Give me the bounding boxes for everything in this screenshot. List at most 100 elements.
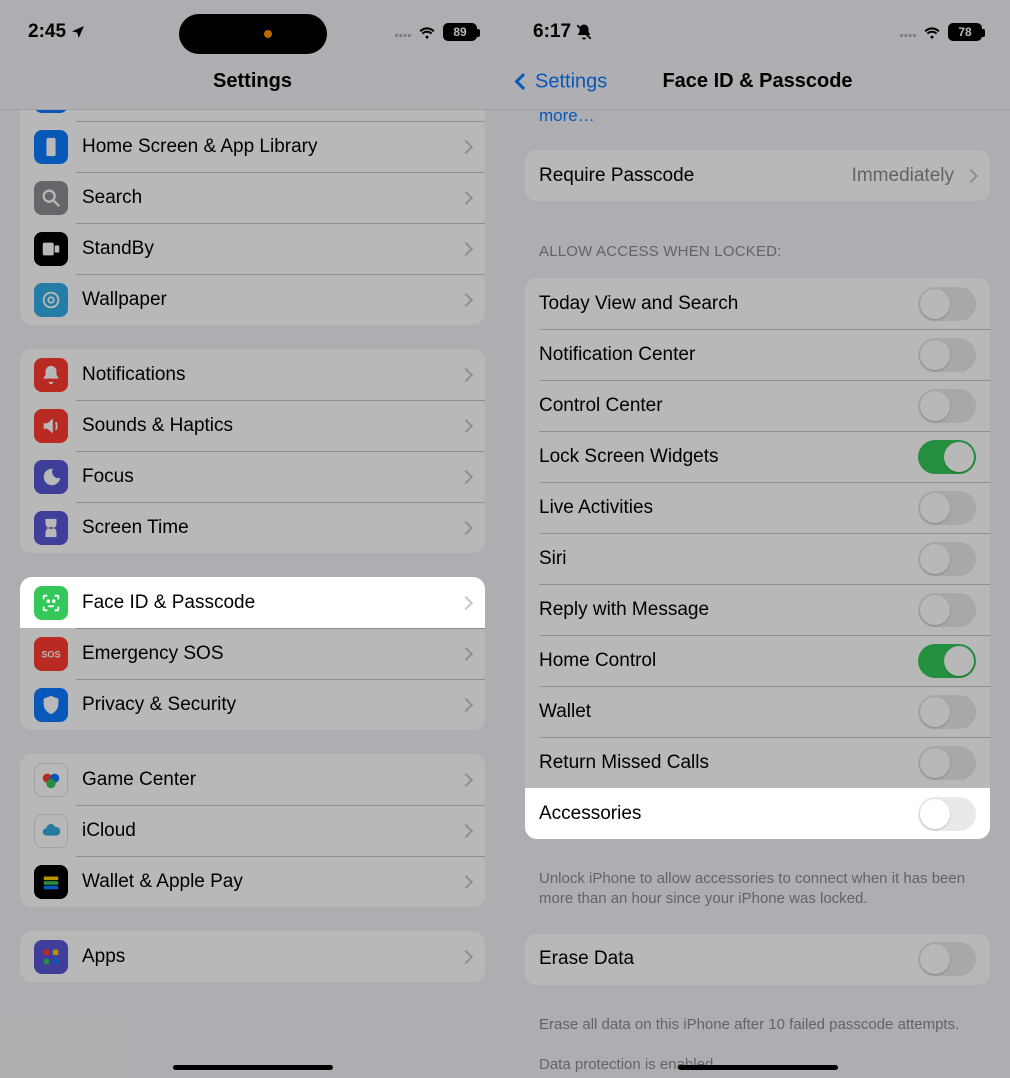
row-label: Today View and Search [539, 293, 918, 315]
chevron-right-icon [459, 292, 473, 306]
toggle-switch[interactable] [918, 542, 976, 576]
row-label: Lock Screen Widgets [539, 446, 918, 468]
toggle-row-live-activities: Live Activities [525, 482, 990, 533]
require-passcode-row[interactable]: Require PasscodeImmediately [525, 150, 990, 201]
row-label: Game Center [82, 769, 455, 791]
erase-footer: Erase all data on this iPhone after 10 f… [525, 1009, 990, 1049]
standby-icon [34, 232, 68, 266]
settings-row-sounds-haptics[interactable]: Sounds & Haptics [20, 400, 485, 451]
more-link[interactable]: more… [525, 106, 990, 140]
chevron-right-icon [459, 697, 473, 711]
row-label: Siri [539, 548, 918, 570]
row-label: Sounds & Haptics [82, 415, 455, 437]
row-label: Notifications [82, 364, 455, 386]
icloud-icon [34, 814, 68, 848]
clock: 2:45 [28, 21, 66, 43]
chevron-right-icon [459, 874, 473, 888]
status-bar-left: 2:45 .... 89 [0, 0, 505, 54]
toggle-switch[interactable] [918, 797, 976, 831]
toggle-switch[interactable] [918, 942, 976, 976]
allow-access-header: ALLOW ACCESS WHEN LOCKED: [525, 225, 990, 268]
settings-row-focus[interactable]: Focus [20, 451, 485, 502]
battery-icon: 89 [443, 23, 477, 41]
privacy-icon [34, 688, 68, 722]
row-label: Home Control [539, 650, 918, 672]
cellular-icon: .... [394, 21, 411, 43]
row-label: Erase Data [539, 948, 918, 970]
row-label: Wallet & Apple Pay [82, 871, 455, 893]
toggle-switch[interactable] [918, 389, 976, 423]
sounds-icon [34, 409, 68, 443]
recording-indicator-icon [264, 30, 272, 38]
row-label: Control Center [539, 395, 918, 417]
home-indicator[interactable] [173, 1065, 333, 1070]
toggle-switch[interactable] [918, 644, 976, 678]
display-icon [34, 110, 68, 113]
settings-row-icloud[interactable]: iCloud [20, 805, 485, 856]
settings-row-privacy-security[interactable]: Privacy & Security [20, 679, 485, 730]
settings-row-standby[interactable]: StandBy [20, 223, 485, 274]
back-label: Settings [535, 70, 607, 93]
back-button[interactable]: Settings [517, 70, 607, 93]
row-label: iCloud [82, 820, 455, 842]
cellular-icon: .... [899, 21, 916, 43]
toggle-switch[interactable] [918, 491, 976, 525]
faceid-screen: 6:17 .... 78 Settings Face ID & Passcode… [505, 0, 1010, 1078]
row-label: Accessories [539, 803, 918, 825]
settings-row-game-center[interactable]: Game Center [20, 754, 485, 805]
notifications-icon [34, 358, 68, 392]
silent-icon [575, 23, 593, 41]
location-icon [70, 24, 86, 40]
row-value: Immediately [852, 165, 954, 187]
row-label: Home Screen & App Library [82, 136, 455, 158]
row-label: Face ID & Passcode [82, 592, 455, 614]
accessories-footer: Unlock iPhone to allow accessories to co… [525, 863, 990, 924]
screentime-icon [34, 511, 68, 545]
toggle-row-wallet: Wallet [525, 686, 990, 737]
settings-row-wallpaper[interactable]: Wallpaper [20, 274, 485, 325]
apps-icon [34, 940, 68, 974]
row-label: Notification Center [539, 344, 918, 366]
chevron-left-icon [515, 73, 532, 90]
toggle-switch[interactable] [918, 746, 976, 780]
wallet-icon [34, 865, 68, 899]
page-title: Face ID & Passcode [662, 70, 852, 93]
settings-row-screen-time[interactable]: Screen Time [20, 502, 485, 553]
chevron-right-icon [459, 520, 473, 534]
toggle-switch[interactable] [918, 338, 976, 372]
toggle-switch[interactable] [918, 593, 976, 627]
settings-row-emergency-sos[interactable]: SOS Emergency SOS [20, 628, 485, 679]
row-label: Require Passcode [539, 165, 852, 187]
row-label: Emergency SOS [82, 643, 455, 665]
settings-row-home-screen-app-library[interactable]: Home Screen & App Library [20, 121, 485, 172]
settings-row-search[interactable]: Search [20, 172, 485, 223]
settings-row-wallet-apple-pay[interactable]: Wallet & Apple Pay [20, 856, 485, 907]
home-indicator[interactable] [678, 1065, 838, 1070]
data-protection-footer: Data protection is enabled. [525, 1049, 990, 1078]
faceid-settings-list[interactable]: more… Require PasscodeImmediately ALLOW AC… [505, 106, 1010, 1078]
settings-list[interactable]: Home Screen & App Library SearchStandBy Wa… [0, 110, 505, 1078]
sos-icon: SOS [34, 637, 68, 671]
settings-screen: 2:45 .... 89 Settings Home Screen & App … [0, 0, 505, 1078]
chevron-right-icon [459, 646, 473, 660]
settings-row-notifications[interactable]: Notifications [20, 349, 485, 400]
toggle-row-lock-screen-widgets: Lock Screen Widgets [525, 431, 990, 482]
chevron-right-icon [459, 772, 473, 786]
row-label: Screen Time [82, 517, 455, 539]
settings-row-face-id-passcode[interactable]: Face ID & Passcode [20, 577, 485, 628]
chevron-right-icon [964, 168, 978, 182]
toggle-switch[interactable] [918, 695, 976, 729]
row-label: Privacy & Security [82, 694, 455, 716]
row-label: Live Activities [539, 497, 918, 519]
toggle-row-siri: Siri [525, 533, 990, 584]
nav-bar-left: Settings [0, 54, 505, 110]
toggle-row-home-control: Home Control [525, 635, 990, 686]
toggle-switch[interactable] [918, 287, 976, 321]
wifi-icon [922, 22, 942, 42]
toggle-switch[interactable] [918, 440, 976, 474]
row-label: Focus [82, 466, 455, 488]
row-label: Apps [82, 946, 455, 968]
settings-row-apps[interactable]: Apps [20, 931, 485, 982]
row-label: Wallpaper [82, 289, 455, 311]
chevron-right-icon [459, 949, 473, 963]
